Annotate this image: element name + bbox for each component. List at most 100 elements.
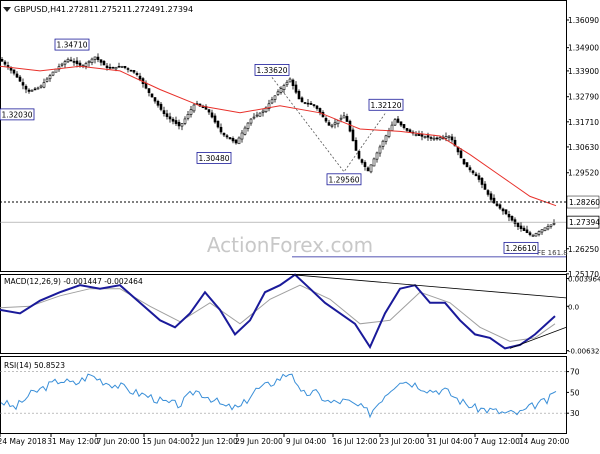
candle-body (477, 175, 481, 180)
candle-body (39, 85, 43, 88)
candle-body (123, 65, 127, 69)
price-annotation-label: 1.34710 (56, 41, 87, 50)
candle-body (162, 110, 166, 114)
macd-title: MACD(12,26,9) -0.001447 -0.002464 (4, 277, 143, 286)
candle-body (333, 122, 337, 125)
candle-body (30, 89, 34, 92)
candle-body (489, 193, 493, 200)
rsi-panel[interactable]: 70 50 30 (0, 368, 580, 419)
candle-body (354, 140, 358, 151)
rsi-line (0, 373, 557, 419)
candle-body (114, 66, 118, 70)
candle-body (120, 65, 124, 68)
candle-body (186, 114, 190, 119)
ohlc-high: 1.27521 (94, 5, 127, 14)
chevron-down-icon[interactable] (3, 7, 11, 12)
candle-body (183, 118, 187, 124)
price-axis-tick-label: 1.29520 (568, 169, 599, 178)
candle-body (207, 109, 211, 113)
candle-body (249, 118, 253, 124)
candle-body (150, 93, 154, 98)
candle-body (297, 90, 301, 100)
candle-body (546, 226, 550, 230)
candle-body (255, 114, 259, 117)
price-annotation-label: 1.32120 (370, 101, 401, 110)
candle-body (108, 66, 112, 69)
candle-body (534, 233, 538, 237)
time-axis-tick-label: 23 Jul 20:00 (380, 437, 425, 446)
candle-body (525, 229, 529, 233)
price-axis-tick-label: 1.36090 (568, 16, 599, 25)
candle-body (309, 102, 313, 105)
candle-body (507, 214, 511, 218)
symbol-label: GBPUSD,H4 (14, 5, 61, 14)
current-price-label: 1.27394 (569, 218, 600, 227)
candle-body (450, 136, 454, 141)
candle-body (252, 116, 256, 119)
candle-body (396, 118, 400, 123)
watermark-text: ActionForex.com (207, 233, 373, 257)
time-axis-tick-label: 29 Jun 20:00 (235, 437, 283, 446)
candle-body (537, 231, 541, 235)
candle-body (42, 82, 46, 88)
candle-body (96, 56, 100, 60)
price-annotation-label: 1.32030 (1, 110, 32, 119)
time-axis-tick-label: 7 Jun 20:00 (97, 437, 140, 446)
time-axis-tick-label: 22 Jun 12:00 (190, 437, 238, 446)
candle-body (414, 134, 418, 136)
candle-body (495, 203, 499, 206)
candle-body (174, 120, 178, 124)
candle-body (237, 137, 241, 145)
candle-body (306, 102, 310, 105)
price-axis-tick-label: 1.33900 (568, 67, 599, 76)
chart-canvas: ActionForex.com GBPUSD,H4 1.27281 1.2752… (0, 0, 600, 446)
rsi-title: RSI(14) 50.8523 (4, 361, 65, 370)
candle-body (516, 222, 520, 227)
candle-body (180, 123, 184, 127)
chart-header: GBPUSD,H4 1.27281 1.27521 1.27249 1.2739… (3, 5, 193, 14)
candle-body (12, 69, 16, 74)
macd-panel[interactable]: 0.003964 0.0 -0.006324 (0, 273, 600, 356)
time-axis-tick-label: 31 May 12:00 (47, 437, 99, 446)
candle-body (339, 117, 343, 120)
candle-body (87, 60, 91, 64)
candle-body (363, 162, 367, 167)
candle-body (105, 65, 109, 68)
candle-body (219, 126, 223, 133)
candle-body (210, 112, 214, 118)
candle-body (93, 56, 97, 60)
candle-body (402, 124, 406, 129)
candle-body (540, 229, 544, 233)
candle-body (33, 88, 37, 91)
candle-body (522, 227, 526, 231)
candle-body (303, 102, 307, 104)
candle-body (24, 85, 28, 90)
candle-body (549, 224, 553, 227)
candle-body (213, 115, 217, 123)
candle-body (330, 124, 334, 127)
rsi-axis-tick-label: 70 (570, 368, 580, 377)
candle-body (486, 190, 490, 195)
macd-signal-line (0, 284, 556, 342)
candle-body (327, 122, 331, 126)
time-axis-tick-label: 15 Jun 04:00 (142, 437, 190, 446)
time-axis-tick-label: 14 Aug 20:00 (519, 437, 570, 446)
candle-body (21, 82, 25, 86)
candle-body (519, 225, 523, 229)
candle-body (372, 158, 376, 167)
candle-body (228, 137, 232, 140)
candle-body (72, 61, 76, 63)
candle-body (480, 177, 484, 185)
price-annotation-label: 1.26610 (505, 244, 536, 253)
time-axis-tick-label: 31 Jul 04:00 (428, 437, 473, 446)
candle-body (432, 137, 436, 140)
candle-body (99, 59, 103, 63)
candle-body (408, 129, 412, 133)
candle-body (465, 162, 469, 168)
time-axis: 24 May 2018 31 May 12:007 Jun 20:00 15 Jun… (0, 434, 570, 446)
candle-body (117, 66, 121, 68)
time-axis-tick-label: 16 Jul 12:00 (333, 437, 378, 446)
candle-body (405, 128, 409, 131)
candle-body (420, 134, 424, 137)
candle-body (348, 120, 352, 132)
